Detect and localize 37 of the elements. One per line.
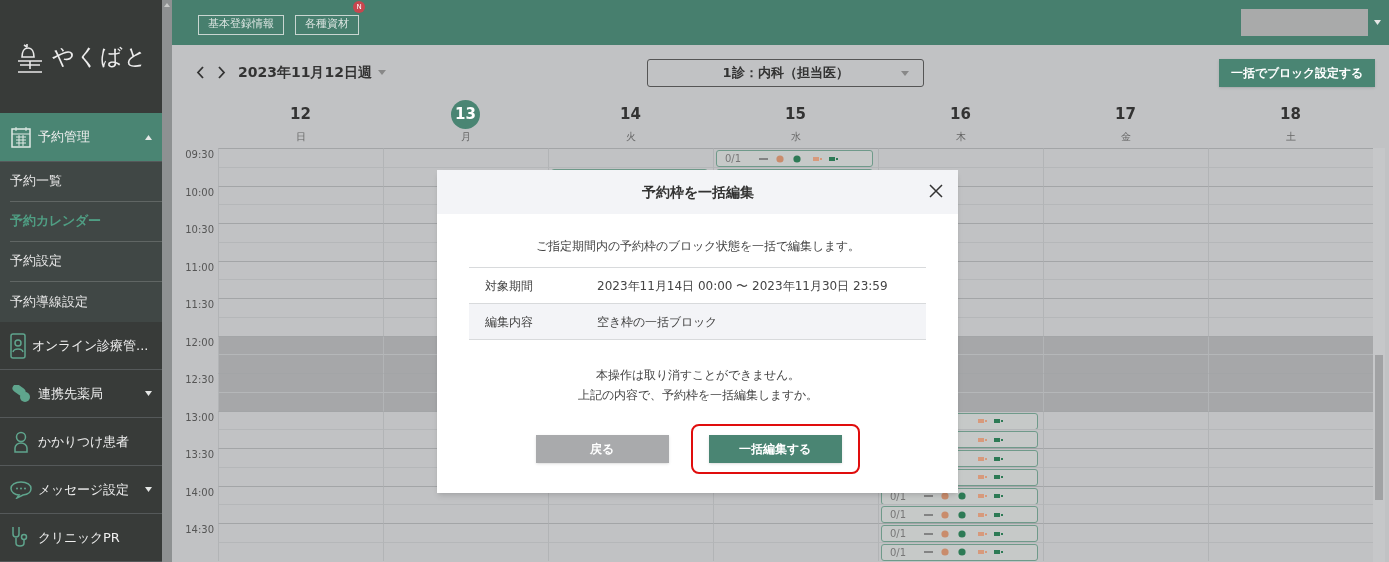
warning-text: 本操作は取り消すことができません。 xyxy=(595,367,800,384)
nav-label: メッセージ設定 xyxy=(38,480,130,499)
field-value: 2023年11月14日 00:00 〜 2023年11月30日 23:59 xyxy=(597,277,888,295)
time-label: 14:30 xyxy=(185,523,214,537)
slot-count: 0/1 xyxy=(890,508,907,523)
weekday-label: 火 xyxy=(625,130,636,144)
weekday-label: 木 xyxy=(955,130,966,144)
time-label: 10:00 xyxy=(185,185,214,200)
nav-label: 連携先薬局 xyxy=(38,384,104,403)
time-label: 13:00 xyxy=(185,410,214,425)
logo-text: やくばと xyxy=(52,43,148,71)
time-label: 14:00 xyxy=(185,485,214,500)
dialog-intro: ご指定期間内の予約枠のブロック状態を一括で編集します。 xyxy=(535,238,860,255)
field-label: 対象期間 xyxy=(484,277,534,295)
time-label: 13:30 xyxy=(185,448,214,462)
slot-count: 0/1 xyxy=(890,545,907,560)
time-label: 10:30 xyxy=(185,223,214,237)
weekday-label: 水 xyxy=(790,130,801,144)
warning-text: 上記の内容で、予約枠を一括編集しますか。 xyxy=(577,387,818,404)
nav-label: かかりつけ患者 xyxy=(38,432,130,451)
weekday-label: 月 xyxy=(460,130,471,144)
time-label: 11:30 xyxy=(185,298,214,312)
nav-label: オンライン診療管... xyxy=(32,336,149,355)
nav-label: 予約管理 xyxy=(38,128,91,147)
weekday-label: 土 xyxy=(1285,130,1296,144)
time-label: 11:00 xyxy=(185,260,214,275)
time-label: 09:30 xyxy=(185,148,214,162)
nav-label: クリニックPR xyxy=(38,528,121,547)
weekday-label: 日 xyxy=(295,130,306,144)
dialog-title: 予約枠を一括編集 xyxy=(641,182,754,202)
slot-count: 0/1 xyxy=(725,152,742,166)
time-label: 12:00 xyxy=(185,335,214,350)
slot-count: 0/1 xyxy=(890,527,907,541)
field-value: 空き枠の一括ブロック xyxy=(597,313,717,331)
weekday-label: 金 xyxy=(1120,130,1131,144)
field-label: 編集内容 xyxy=(484,313,534,331)
time-label: 12:30 xyxy=(185,373,214,387)
